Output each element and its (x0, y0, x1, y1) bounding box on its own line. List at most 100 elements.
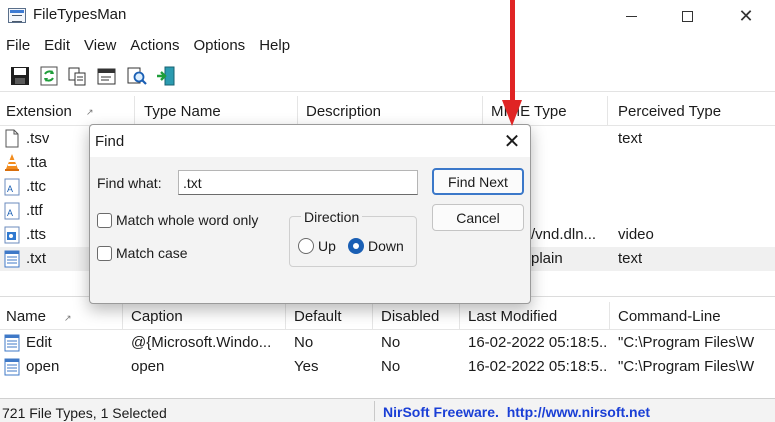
actions-header: Name ↗ Caption Default Disabled Last Mod… (0, 302, 775, 330)
toolbar (0, 62, 775, 92)
column-perceived-type[interactable]: Perceived Type (612, 96, 775, 126)
status-file-count: 721 File Types, 1 Selected (2, 405, 167, 421)
cell-extension: .tsv (26, 130, 50, 147)
column-perceived-type-label: Perceived Type (618, 103, 722, 120)
maximize-button[interactable] (658, 0, 716, 32)
cell-perceived-type: text (618, 250, 643, 267)
column-type-name[interactable]: Type Name (138, 96, 298, 126)
font-file-icon: A (4, 178, 20, 196)
cell-default: Yes (294, 358, 319, 375)
menu-edit[interactable]: Edit (38, 34, 70, 58)
cell-last-modified: 16-02-2022 05:18:5... (468, 334, 608, 351)
status-divider (374, 401, 375, 421)
svg-text:A: A (7, 208, 13, 218)
properties-icon[interactable] (96, 65, 118, 87)
minimize-icon (625, 15, 637, 17)
status-bar: 721 File Types, 1 Selected NirSoft Freew… (0, 398, 775, 422)
column-disabled[interactable]: Disabled (375, 302, 460, 330)
cell-disabled: No (381, 358, 401, 375)
column-type-name-label: Type Name (144, 103, 221, 120)
column-default[interactable]: Default (288, 302, 373, 330)
direction-up-label: Up (318, 238, 336, 254)
column-extension-label: Extension (6, 103, 72, 120)
radio-button[interactable] (298, 238, 314, 254)
cell-perceived-type: video (618, 226, 654, 243)
find-what-input[interactable] (178, 170, 418, 195)
find-dialog-close-button[interactable]: ✕ (494, 127, 530, 155)
close-window-button[interactable]: ✕ (717, 0, 775, 32)
exit-icon[interactable] (155, 65, 177, 87)
direction-up-radio[interactable]: Up (298, 238, 336, 254)
find-icon[interactable] (126, 65, 148, 87)
actions-list[interactable]: Name ↗ Caption Default Disabled Last Mod… (0, 302, 775, 396)
column-last-modified[interactable]: Last Modified (462, 302, 610, 330)
cell-extension: .tta (26, 154, 47, 171)
column-command-line[interactable]: Command-Line (612, 302, 775, 330)
match-case-label: Match case (116, 245, 188, 261)
find-next-button[interactable]: Find Next (432, 168, 524, 195)
radio-button-selected[interactable] (348, 238, 364, 254)
cell-extension: .tts (26, 226, 47, 243)
cell-mime-type: /vnd.dln... (531, 226, 597, 243)
column-name-label: Name (6, 308, 47, 325)
match-case-checkbox[interactable]: Match case (97, 245, 188, 261)
menu-file[interactable]: File (0, 34, 30, 58)
copy-icon[interactable] (66, 65, 88, 87)
notepad-icon (4, 250, 20, 268)
cell-command-line: "C:\Program Files\W (618, 358, 755, 375)
direction-label: Direction (301, 209, 363, 225)
close-icon: ✕ (738, 6, 754, 26)
media-file-icon (4, 226, 20, 244)
notepad-icon (4, 358, 20, 376)
cell-extension: .txt (26, 250, 47, 267)
cell-disabled: No (381, 334, 401, 351)
direction-down-label: Down (368, 238, 404, 254)
match-whole-word-checkbox[interactable]: Match whole word only (97, 212, 258, 228)
find-what-label: Find what: (97, 175, 162, 191)
table-row[interactable]: open open Yes No 16-02-2022 05:18:5... "… (0, 355, 775, 379)
minimize-button[interactable] (602, 0, 660, 32)
column-caption[interactable]: Caption (125, 302, 286, 330)
column-extension[interactable]: Extension ↗ (0, 96, 135, 126)
direction-down-radio[interactable]: Down (348, 238, 404, 254)
find-dialog-title: Find (95, 133, 125, 150)
notepad-icon (4, 334, 20, 352)
column-disabled-label: Disabled (381, 308, 440, 325)
cell-name: open (26, 358, 60, 375)
find-dialog-titlebar: Find ✕ (90, 125, 530, 157)
menu-bar: File Edit View Actions Options Help (0, 34, 298, 58)
menu-actions[interactable]: Actions (124, 34, 179, 58)
column-description[interactable]: Description (300, 96, 483, 126)
column-last-modified-label: Last Modified (468, 308, 558, 325)
match-whole-word-label: Match whole word only (116, 212, 259, 228)
sort-arrow-icon: ↗ (86, 107, 94, 117)
svg-text:A: A (7, 184, 13, 194)
cell-extension: .ttf (26, 202, 43, 219)
cell-name: Edit (26, 334, 52, 351)
refresh-icon[interactable] (38, 65, 60, 87)
column-name[interactable]: Name ↗ (0, 302, 123, 330)
cell-caption: @{Microsoft.Windo... (131, 334, 272, 351)
title-bar: FileTypesMan ✕ (0, 0, 775, 32)
cancel-button[interactable]: Cancel (432, 204, 524, 231)
maximize-icon (681, 10, 693, 22)
menu-help[interactable]: Help (253, 34, 290, 58)
column-description-label: Description (306, 103, 382, 120)
menu-view[interactable]: View (78, 34, 116, 58)
cell-caption: open (131, 358, 165, 375)
save-icon[interactable] (9, 65, 31, 87)
table-row[interactable]: Edit @{Microsoft.Windo... No No 16-02-20… (0, 331, 775, 355)
column-caption-label: Caption (131, 308, 183, 325)
checkbox-box[interactable] (97, 245, 112, 261)
cell-perceived-type: text (618, 130, 643, 147)
sort-arrow-icon: ↗ (64, 313, 72, 323)
cell-last-modified: 16-02-2022 05:18:5... (468, 358, 608, 375)
file-types-header: Extension ↗ Type Name Description MIME T… (0, 96, 775, 126)
column-default-label: Default (294, 308, 342, 325)
column-command-line-label: Command-Line (618, 308, 721, 325)
close-icon: ✕ (503, 130, 521, 153)
checkbox-box[interactable] (97, 212, 112, 228)
menu-options[interactable]: Options (187, 34, 245, 58)
nirsoft-link[interactable]: NirSoft Freeware. http://www.nirsoft.net (383, 404, 650, 420)
app-icon (8, 8, 26, 23)
